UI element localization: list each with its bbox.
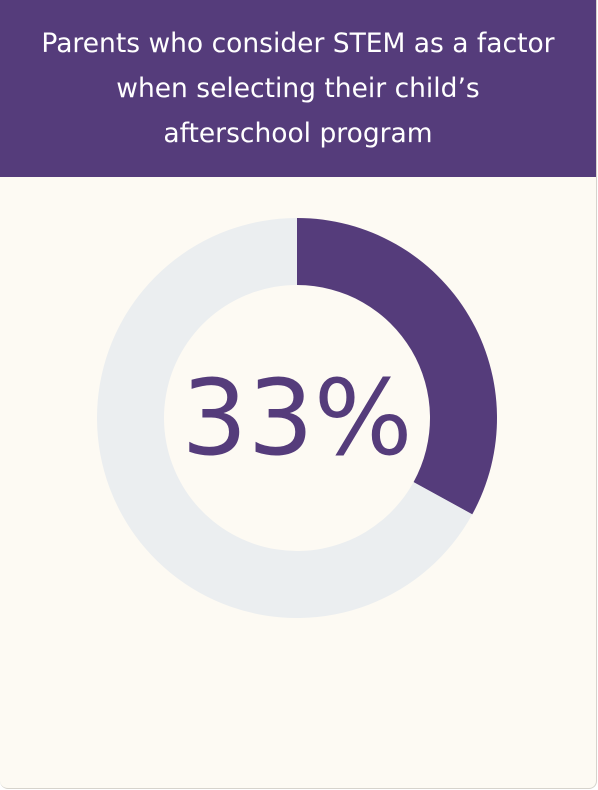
donut-chart: 33% [97,218,497,618]
card-header: Parents who consider STEM as a factor wh… [0,0,596,177]
chart-title: Parents who consider STEM as a factor wh… [41,28,555,149]
center-percentage-label: 33% [181,357,412,479]
stat-card: Parents who consider STEM as a factor wh… [0,0,597,789]
donut-chart-svg: 33% [97,218,497,618]
